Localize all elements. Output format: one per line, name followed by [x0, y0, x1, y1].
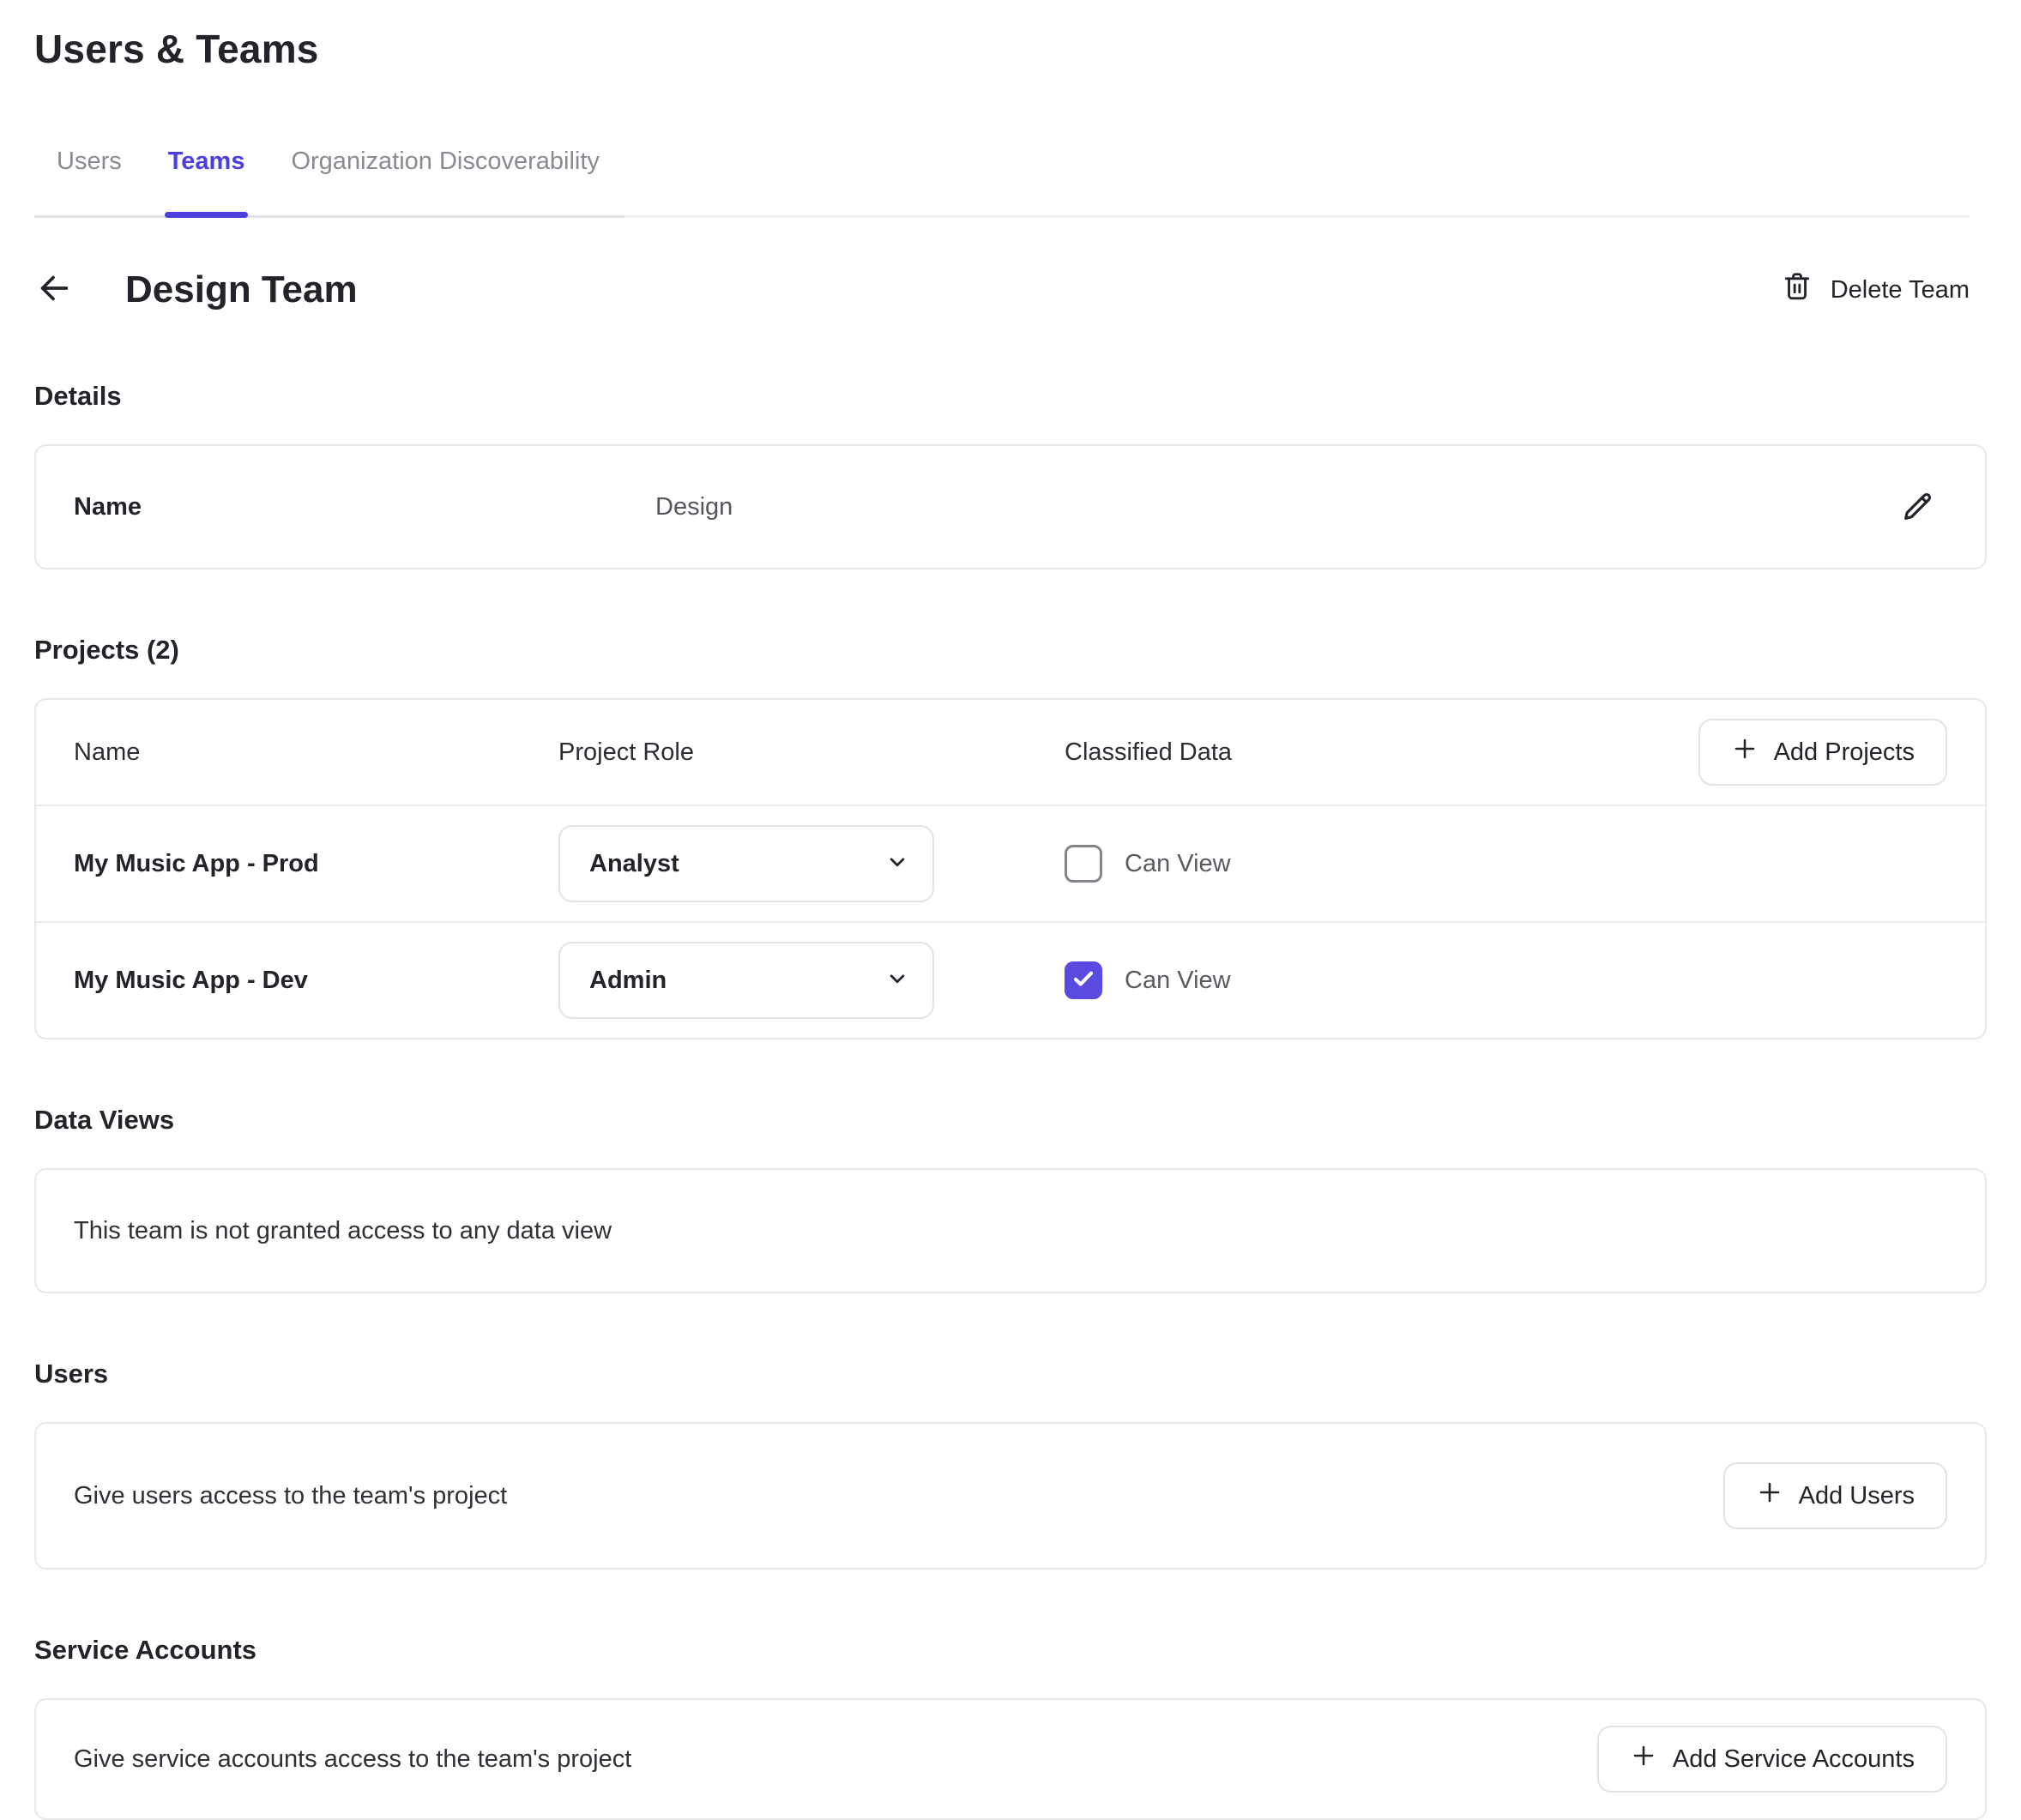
delete-team-label: Delete Team: [1831, 276, 1970, 304]
details-card: Name Design: [34, 444, 1987, 570]
add-users-button[interactable]: Add Users: [1723, 1462, 1947, 1529]
trash-icon: [1781, 270, 1813, 310]
details-heading: Details: [34, 381, 1987, 412]
chevron-down-icon: [884, 849, 910, 879]
plus-icon: [1630, 1742, 1657, 1776]
edit-name-button[interactable]: [1899, 488, 1937, 526]
add-service-accounts-button[interactable]: Add Service Accounts: [1597, 1726, 1947, 1793]
table-row: My Music App - Prod Analyst Can View: [36, 805, 1985, 921]
project-name: My Music App - Dev: [74, 967, 558, 995]
add-service-accounts-label: Add Service Accounts: [1673, 1745, 1915, 1774]
plus-icon: [1756, 1479, 1783, 1513]
add-projects-button[interactable]: Add Projects: [1698, 719, 1947, 786]
service-accounts-card: Give service accounts access to the team…: [34, 1698, 1987, 1820]
pencil-icon: [1900, 514, 1936, 527]
column-header-project-role: Project Role: [558, 738, 1065, 767]
service-accounts-heading: Service Accounts: [34, 1635, 1987, 1666]
service-accounts-description: Give service accounts access to the team…: [74, 1745, 631, 1774]
add-users-label: Add Users: [1799, 1482, 1915, 1510]
users-heading: Users: [34, 1359, 1987, 1389]
can-view-checkbox[interactable]: [1065, 845, 1102, 883]
back-button[interactable]: [34, 268, 77, 311]
project-role-select[interactable]: Analyst: [558, 825, 934, 902]
project-role-select[interactable]: Admin: [558, 942, 934, 1019]
checkmark-icon: [1070, 965, 1097, 997]
delete-team-button[interactable]: Delete Team: [1781, 270, 1970, 310]
team-header: Design Team Delete Team: [34, 264, 1987, 316]
chevron-down-icon: [884, 966, 910, 996]
tab-teams[interactable]: Teams: [168, 148, 245, 215]
name-label: Name: [74, 493, 142, 521]
data-views-empty-text: This team is not granted access to any d…: [74, 1217, 612, 1245]
can-view-label: Can View: [1125, 850, 1231, 878]
users-card: Give users access to the team's project …: [34, 1422, 1987, 1570]
team-title: Design Team: [125, 268, 358, 311]
projects-table-header: Name Project Role Classified Data Add Pr…: [36, 700, 1985, 805]
tab-organization-discoverability[interactable]: Organization Discoverability: [291, 148, 599, 215]
can-view-checkbox[interactable]: [1065, 961, 1102, 999]
plus-icon: [1731, 735, 1759, 769]
arrow-left-icon: [34, 268, 74, 312]
column-header-name: Name: [74, 738, 558, 767]
tab-users[interactable]: Users: [57, 148, 122, 215]
team-name-value: Design: [655, 493, 733, 521]
can-view-label: Can View: [1125, 967, 1231, 995]
project-role-value: Admin: [589, 967, 667, 995]
add-projects-label: Add Projects: [1774, 738, 1915, 767]
projects-card: Name Project Role Classified Data Add Pr…: [34, 698, 1987, 1040]
data-views-heading: Data Views: [34, 1105, 1987, 1136]
page-title: Users & Teams: [34, 26, 1987, 72]
users-teams-page: Users & Teams Users Teams Organization D…: [0, 0, 2021, 1818]
column-header-classified-data: Classified Data: [1065, 738, 1698, 767]
table-row: My Music App - Dev Admin Can View: [36, 921, 1985, 1038]
users-description: Give users access to the team's project: [74, 1482, 507, 1510]
tab-bar: Users Teams Organization Discoverability: [34, 148, 1987, 218]
projects-heading: Projects (2): [34, 635, 1987, 666]
project-name: My Music App - Prod: [74, 850, 558, 878]
project-role-value: Analyst: [589, 850, 679, 878]
data-views-card: This team is not granted access to any d…: [34, 1168, 1987, 1293]
